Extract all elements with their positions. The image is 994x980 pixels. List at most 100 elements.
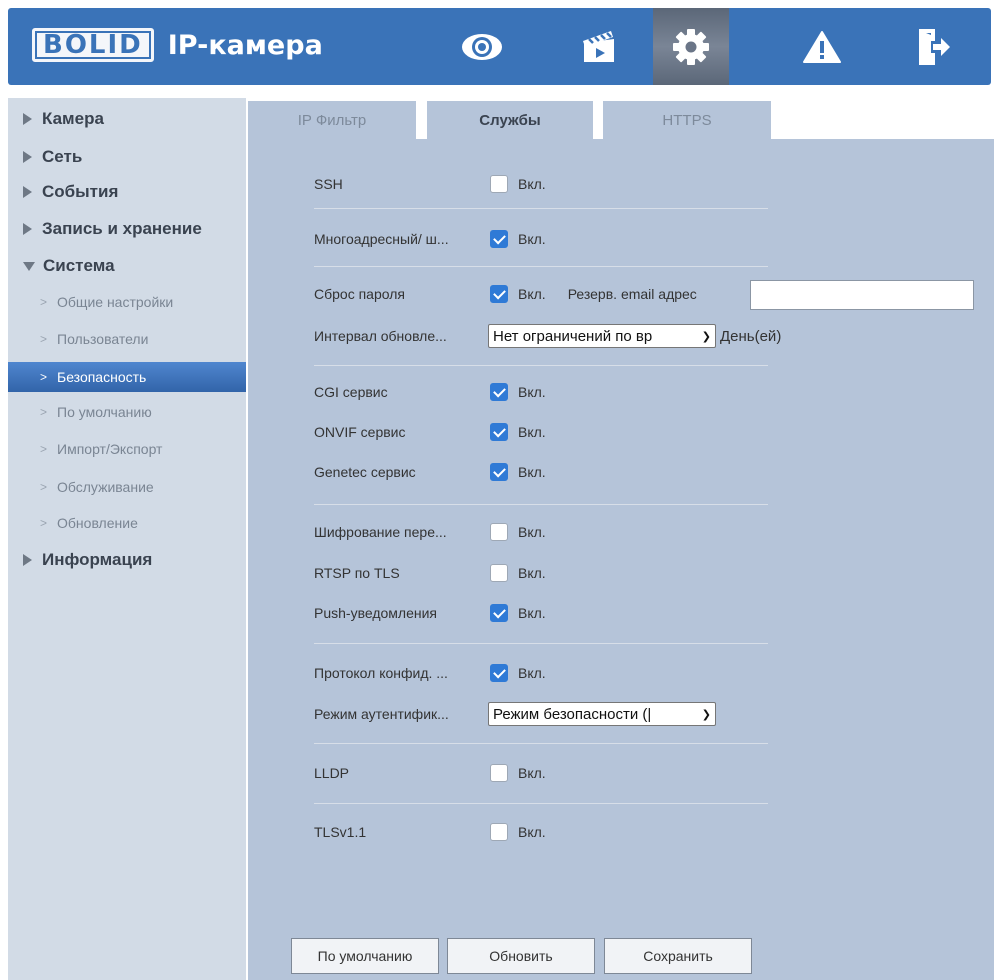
auth-mode-select[interactable]: Режим безопасности (| ❯ — [488, 702, 716, 726]
update-interval-select[interactable]: Нет ограничений по вр ❯ — [488, 324, 716, 348]
backup-email-input[interactable] — [750, 280, 974, 310]
multicast-on-label: Вкл. — [518, 231, 546, 247]
update-interval-label: Интервал обновле... — [314, 328, 447, 344]
sidebar-subitem-label: Пользователи — [57, 331, 149, 347]
chevron-right-icon: > — [40, 370, 48, 384]
sidebar-subitem-import-export[interactable]: > Импорт/Экспорт — [8, 434, 246, 464]
triangle-right-icon — [23, 186, 32, 198]
privacy-protocol-row: Протокол конфид. ... Вкл. — [314, 662, 546, 684]
nav-playback[interactable] — [561, 8, 637, 85]
sidebar-item-network[interactable]: Сеть — [23, 147, 82, 167]
chevron-down-icon: ❯ — [701, 708, 711, 721]
triangle-right-icon — [23, 113, 32, 125]
nav-live-view[interactable] — [444, 8, 520, 85]
tab-ip-filter[interactable]: IP Фильтр — [248, 101, 416, 139]
encryption-on-label: Вкл. — [518, 524, 546, 540]
top-header: BOLID IP-камера — [8, 8, 991, 85]
sidebar-subitem-label: Обслуживание — [57, 479, 154, 495]
privacy-protocol-label: Протокол конфид. ... — [314, 665, 448, 681]
sidebar-subitem-label: Общие настройки — [57, 294, 174, 310]
logout-icon — [919, 28, 950, 65]
bolid-logo: BOLID — [32, 28, 154, 62]
lldp-on-label: Вкл. — [518, 765, 546, 781]
update-interval-row: Интервал обновле... Нет ограничений по в… — [314, 323, 781, 349]
privacy-protocol-checkbox[interactable] — [490, 664, 508, 682]
sidebar-item-label: События — [42, 182, 119, 201]
auth-mode-value: Режим безопасности (| — [493, 705, 652, 723]
sidebar-item-events[interactable]: События — [23, 182, 118, 202]
divider — [314, 365, 768, 366]
sidebar-subitem-maintenance[interactable]: > Обслуживание — [8, 472, 246, 502]
ssh-label: SSH — [314, 176, 343, 192]
chevron-down-icon: ❯ — [701, 330, 711, 343]
tlsv11-checkbox[interactable] — [490, 823, 508, 841]
divider — [314, 803, 768, 804]
cgi-on-label: Вкл. — [518, 384, 546, 400]
multicast-label: Многоадресный/ ш... — [314, 231, 449, 247]
tab-services[interactable]: Службы — [427, 101, 593, 139]
divider — [314, 266, 768, 267]
sidebar-subitem-upgrade[interactable]: > Обновление — [8, 508, 246, 538]
onvif-checkbox[interactable] — [490, 423, 508, 441]
sidebar-subitem-defaults[interactable]: > По умолчанию — [8, 397, 246, 427]
tlsv11-row: TLSv1.1 Вкл. — [314, 821, 546, 843]
nav-alarm[interactable] — [784, 8, 860, 85]
divider — [314, 643, 768, 644]
chevron-right-icon: > — [40, 516, 48, 530]
default-button[interactable]: По умолчанию — [291, 938, 439, 974]
genetec-label: Genetec сервис — [314, 464, 416, 480]
divider — [314, 743, 768, 744]
logo: BOLID IP-камера — [32, 28, 323, 62]
sidebar-subitem-general[interactable]: > Общие настройки — [8, 287, 246, 317]
sidebar-item-system[interactable]: Система — [23, 256, 115, 276]
sidebar-subitem-label: Безопасность — [57, 369, 147, 385]
reset-password-checkbox[interactable] — [490, 285, 508, 303]
warning-icon — [803, 30, 841, 63]
reset-password-label: Сброс пароля — [314, 286, 405, 302]
update-interval-unit: День(ей) — [720, 327, 782, 345]
sidebar-item-information[interactable]: Информация — [23, 550, 152, 570]
tab-bar: IP Фильтр Службы HTTPS — [248, 98, 994, 139]
multicast-row: Многоадресный/ ш... Вкл. — [314, 228, 546, 250]
lldp-label: LLDP — [314, 765, 350, 781]
multicast-checkbox[interactable] — [490, 230, 508, 248]
triangle-right-icon — [23, 151, 32, 163]
cgi-checkbox[interactable] — [490, 383, 508, 401]
encryption-checkbox[interactable] — [490, 523, 508, 541]
refresh-button[interactable]: Обновить — [447, 938, 595, 974]
nav-settings[interactable] — [653, 8, 729, 85]
sidebar-subitem-security[interactable]: > Безопасность — [8, 362, 246, 392]
sidebar-item-camera[interactable]: Камера — [23, 109, 104, 129]
chevron-right-icon: > — [40, 295, 48, 309]
cgi-row: CGI сервис Вкл. — [314, 381, 546, 403]
triangle-right-icon — [23, 554, 32, 566]
push-row: Push-уведомления Вкл. — [314, 602, 546, 624]
ssh-checkbox[interactable] — [490, 175, 508, 193]
sidebar-item-label: Запись и хранение — [42, 219, 202, 238]
onvif-label: ONVIF сервис — [314, 424, 406, 440]
onvif-row: ONVIF сервис Вкл. — [314, 421, 546, 443]
update-interval-value: Нет ограничений по вр — [493, 327, 653, 345]
rtsp-tls-row: RTSP по TLS Вкл. — [314, 562, 546, 584]
nav-logout[interactable] — [896, 8, 972, 85]
lldp-row: LLDP Вкл. — [314, 762, 546, 784]
tab-https[interactable]: HTTPS — [603, 101, 771, 139]
save-button[interactable]: Сохранить — [604, 938, 752, 974]
sidebar-item-storage[interactable]: Запись и хранение — [23, 219, 202, 239]
rtsp-tls-checkbox[interactable] — [490, 564, 508, 582]
genetec-on-label: Вкл. — [518, 464, 546, 480]
lldp-checkbox[interactable] — [490, 764, 508, 782]
chevron-right-icon: > — [40, 332, 48, 346]
main-panel: IP Фильтр Службы HTTPS SSH Вкл. Многоадр… — [248, 98, 994, 980]
onvif-on-label: Вкл. — [518, 424, 546, 440]
rtsp-tls-label: RTSP по TLS — [314, 565, 400, 581]
sidebar-item-label: Система — [43, 256, 115, 275]
sidebar-item-label: Камера — [42, 109, 104, 128]
encryption-label: Шифрование пере... — [314, 524, 447, 540]
genetec-checkbox[interactable] — [490, 463, 508, 481]
sidebar-subitem-users[interactable]: > Пользователи — [8, 324, 246, 354]
push-checkbox[interactable] — [490, 604, 508, 622]
sidebar-item-label: Сеть — [42, 147, 83, 166]
chevron-right-icon: > — [40, 405, 48, 419]
genetec-row: Genetec сервис Вкл. — [314, 461, 546, 483]
